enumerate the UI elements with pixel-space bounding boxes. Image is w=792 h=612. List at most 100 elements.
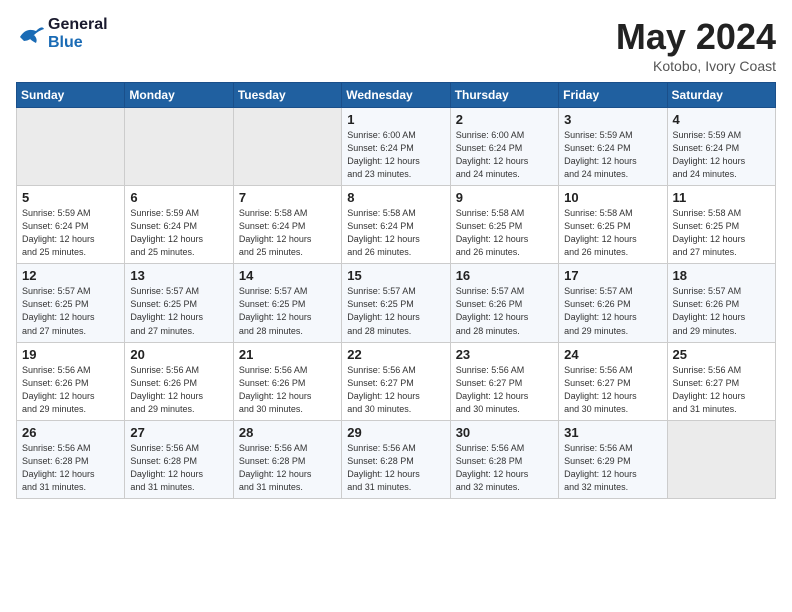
day-cell: 13Sunrise: 5:57 AM Sunset: 6:25 PM Dayli… bbox=[125, 264, 233, 342]
logo: General Blue bbox=[16, 16, 108, 52]
day-info: Sunrise: 5:58 AM Sunset: 6:24 PM Dayligh… bbox=[239, 207, 336, 259]
day-number: 15 bbox=[347, 268, 444, 283]
day-cell: 8 Sunrise: 5:58 AM Sunset: 6:24 PM Daylig… bbox=[342, 186, 450, 264]
day-number: 31 bbox=[564, 425, 661, 440]
day-number: 11 bbox=[673, 190, 770, 205]
day-number: 9 bbox=[456, 190, 553, 205]
day-cell: 1 Sunrise: 6:00 AM Sunset: 6:24 PM Daylig… bbox=[342, 108, 450, 186]
day-cell: 12Sunrise: 5:57 AM Sunset: 6:25 PM Dayli… bbox=[17, 264, 125, 342]
day-number: 28 bbox=[239, 425, 336, 440]
day-cell: 26 Sunrise: 5:56 AM Sunset: 6:28 PM Dayli… bbox=[17, 420, 125, 498]
day-cell: 3 Sunrise: 5:59 AM Sunset: 6:24 PM Daylig… bbox=[559, 108, 667, 186]
day-cell: 28 Sunrise: 5:56 AM Sunset: 6:28 PM Dayli… bbox=[233, 420, 341, 498]
day-info: Sunrise: 5:58 AM Sunset: 6:25 PM Dayligh… bbox=[673, 207, 770, 259]
page-header: General Blue May 2024 Kotobo, Ivory Coas… bbox=[16, 16, 776, 74]
month-title: May 2024 bbox=[616, 16, 776, 58]
day-cell: 20 Sunrise: 5:56 AM Sunset: 6:26 PM Dayli… bbox=[125, 342, 233, 420]
day-cell: 18 Sunrise: 5:57 AM Sunset: 6:26 PM Dayli… bbox=[667, 264, 775, 342]
day-number: 23 bbox=[456, 347, 553, 362]
day-info: Sunrise: 5:59 AM Sunset: 6:24 PM Dayligh… bbox=[673, 129, 770, 181]
day-number: 14 bbox=[239, 268, 336, 283]
day-info: Sunrise: 5:56 AM Sunset: 6:27 PM Dayligh… bbox=[347, 364, 444, 416]
location: Kotobo, Ivory Coast bbox=[616, 58, 776, 74]
day-cell: 23Sunrise: 5:56 AM Sunset: 6:27 PM Dayli… bbox=[450, 342, 558, 420]
day-number: 24 bbox=[564, 347, 661, 362]
day-cell bbox=[233, 108, 341, 186]
day-info: Sunrise: 5:57 AM Sunset: 6:26 PM Dayligh… bbox=[456, 285, 553, 337]
week-row-4: 19 Sunrise: 5:56 AM Sunset: 6:26 PM Dayli… bbox=[17, 342, 776, 420]
day-number: 17 bbox=[564, 268, 661, 283]
day-cell: 25Sunrise: 5:56 AM Sunset: 6:27 PM Dayli… bbox=[667, 342, 775, 420]
day-info: Sunrise: 5:57 AM Sunset: 6:25 PM Dayligh… bbox=[130, 285, 227, 337]
title-block: May 2024 Kotobo, Ivory Coast bbox=[616, 16, 776, 74]
day-number: 26 bbox=[22, 425, 119, 440]
day-info: Sunrise: 5:56 AM Sunset: 6:28 PM Dayligh… bbox=[22, 442, 119, 494]
day-number: 16 bbox=[456, 268, 553, 283]
day-number: 19 bbox=[22, 347, 119, 362]
header-saturday: Saturday bbox=[667, 83, 775, 108]
day-info: Sunrise: 5:59 AM Sunset: 6:24 PM Dayligh… bbox=[130, 207, 227, 259]
day-number: 7 bbox=[239, 190, 336, 205]
day-cell: 29 Sunrise: 5:56 AM Sunset: 6:28 PM Dayli… bbox=[342, 420, 450, 498]
day-cell: 22 Sunrise: 5:56 AM Sunset: 6:27 PM Dayli… bbox=[342, 342, 450, 420]
header-monday: Monday bbox=[125, 83, 233, 108]
day-cell: 16 Sunrise: 5:57 AM Sunset: 6:26 PM Dayli… bbox=[450, 264, 558, 342]
day-number: 27 bbox=[130, 425, 227, 440]
day-number: 21 bbox=[239, 347, 336, 362]
day-cell: 9 Sunrise: 5:58 AM Sunset: 6:25 PM Daylig… bbox=[450, 186, 558, 264]
day-number: 4 bbox=[673, 112, 770, 127]
day-number: 8 bbox=[347, 190, 444, 205]
day-cell: 30 Sunrise: 5:56 AM Sunset: 6:28 PM Dayli… bbox=[450, 420, 558, 498]
day-info: Sunrise: 5:56 AM Sunset: 6:28 PM Dayligh… bbox=[130, 442, 227, 494]
day-cell bbox=[667, 420, 775, 498]
day-info: Sunrise: 5:59 AM Sunset: 6:24 PM Dayligh… bbox=[22, 207, 119, 259]
day-info: Sunrise: 5:58 AM Sunset: 6:24 PM Dayligh… bbox=[347, 207, 444, 259]
day-info: Sunrise: 5:57 AM Sunset: 6:26 PM Dayligh… bbox=[673, 285, 770, 337]
day-number: 12 bbox=[22, 268, 119, 283]
day-info: Sunrise: 5:56 AM Sunset: 6:28 PM Dayligh… bbox=[347, 442, 444, 494]
day-number: 6 bbox=[130, 190, 227, 205]
day-number: 3 bbox=[564, 112, 661, 127]
day-cell bbox=[125, 108, 233, 186]
day-number: 30 bbox=[456, 425, 553, 440]
day-info: Sunrise: 5:58 AM Sunset: 6:25 PM Dayligh… bbox=[564, 207, 661, 259]
day-cell: 2Sunrise: 6:00 AM Sunset: 6:24 PM Daylig… bbox=[450, 108, 558, 186]
day-cell: 15 Sunrise: 5:57 AM Sunset: 6:25 PM Dayli… bbox=[342, 264, 450, 342]
day-number: 5 bbox=[22, 190, 119, 205]
day-info: Sunrise: 5:56 AM Sunset: 6:28 PM Dayligh… bbox=[239, 442, 336, 494]
day-info: Sunrise: 5:56 AM Sunset: 6:28 PM Dayligh… bbox=[456, 442, 553, 494]
day-info: Sunrise: 5:56 AM Sunset: 6:29 PM Dayligh… bbox=[564, 442, 661, 494]
day-number: 2 bbox=[456, 112, 553, 127]
header-friday: Friday bbox=[559, 83, 667, 108]
day-cell: 24 Sunrise: 5:56 AM Sunset: 6:27 PM Dayli… bbox=[559, 342, 667, 420]
day-info: Sunrise: 5:58 AM Sunset: 6:25 PM Dayligh… bbox=[456, 207, 553, 259]
day-info: Sunrise: 5:59 AM Sunset: 6:24 PM Dayligh… bbox=[564, 129, 661, 181]
day-info: Sunrise: 5:56 AM Sunset: 6:27 PM Dayligh… bbox=[564, 364, 661, 416]
day-cell: 14 Sunrise: 5:57 AM Sunset: 6:25 PM Dayli… bbox=[233, 264, 341, 342]
day-number: 29 bbox=[347, 425, 444, 440]
day-info: Sunrise: 5:57 AM Sunset: 6:25 PM Dayligh… bbox=[239, 285, 336, 337]
day-cell bbox=[17, 108, 125, 186]
day-info: Sunrise: 5:56 AM Sunset: 6:26 PM Dayligh… bbox=[130, 364, 227, 416]
calendar-table: SundayMondayTuesdayWednesdayThursdayFrid… bbox=[16, 82, 776, 499]
day-info: Sunrise: 5:57 AM Sunset: 6:25 PM Dayligh… bbox=[347, 285, 444, 337]
day-number: 18 bbox=[673, 268, 770, 283]
day-cell: 4 Sunrise: 5:59 AM Sunset: 6:24 PM Daylig… bbox=[667, 108, 775, 186]
day-cell: 11 Sunrise: 5:58 AM Sunset: 6:25 PM Dayli… bbox=[667, 186, 775, 264]
week-row-5: 26 Sunrise: 5:56 AM Sunset: 6:28 PM Dayli… bbox=[17, 420, 776, 498]
day-info: Sunrise: 5:56 AM Sunset: 6:26 PM Dayligh… bbox=[22, 364, 119, 416]
day-number: 1 bbox=[347, 112, 444, 127]
logo-text: General Blue bbox=[48, 16, 108, 52]
day-cell: 31 Sunrise: 5:56 AM Sunset: 6:29 PM Dayli… bbox=[559, 420, 667, 498]
day-info: Sunrise: 6:00 AM Sunset: 6:24 PM Dayligh… bbox=[347, 129, 444, 181]
day-cell: 19 Sunrise: 5:56 AM Sunset: 6:26 PM Dayli… bbox=[17, 342, 125, 420]
header-sunday: Sunday bbox=[17, 83, 125, 108]
day-cell: 5 Sunrise: 5:59 AM Sunset: 6:24 PM Daylig… bbox=[17, 186, 125, 264]
day-number: 10 bbox=[564, 190, 661, 205]
day-cell: 7 Sunrise: 5:58 AM Sunset: 6:24 PM Daylig… bbox=[233, 186, 341, 264]
day-cell: 17Sunrise: 5:57 AM Sunset: 6:26 PM Dayli… bbox=[559, 264, 667, 342]
day-cell: 21 Sunrise: 5:56 AM Sunset: 6:26 PM Dayli… bbox=[233, 342, 341, 420]
day-number: 20 bbox=[130, 347, 227, 362]
day-info: Sunrise: 5:56 AM Sunset: 6:26 PM Dayligh… bbox=[239, 364, 336, 416]
day-number: 22 bbox=[347, 347, 444, 362]
